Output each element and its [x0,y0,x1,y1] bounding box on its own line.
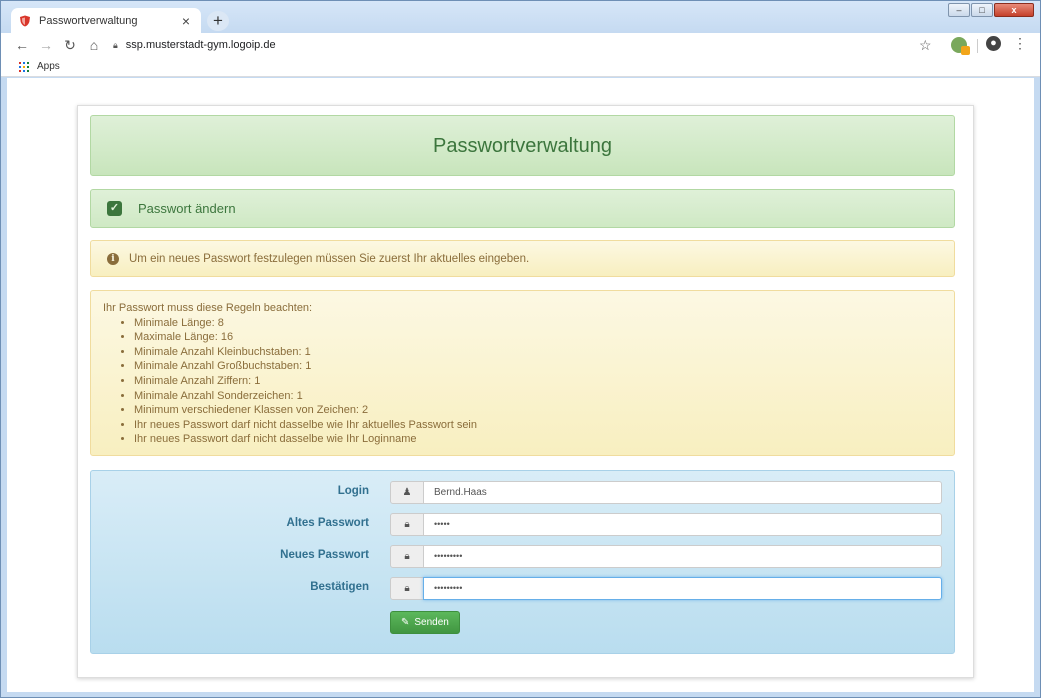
confirm-password-row: Bestätigen 🔒︎ ••••••••• [91,577,956,600]
new-tab-button[interactable]: + [207,11,229,31]
lock-icon: 🔒︎ [390,513,424,536]
bookmark-star-icon[interactable]: ☆ [919,37,932,54]
new-password-label: Neues Passwort [280,549,369,561]
confirm-password-input[interactable]: ••••••••• [423,577,942,600]
old-password-input[interactable]: ••••• [423,513,942,536]
page-viewport: Passwortverwaltung ✓ Passwort ändern i U… [7,78,1034,692]
toolbar-separator [977,39,978,53]
rule-item: Minimale Länge: 8 [134,316,942,331]
password-form: Login ♟ Bernd.Haas Altes Passwort 🔒︎ •••… [90,470,955,654]
apps-grid-icon[interactable] [19,61,29,72]
rules-list: Minimale Länge: 8 Maximale Länge: 16 Min… [134,316,942,447]
edit-icon: ✎ [401,617,410,628]
rule-item: Ihr neues Passwort darf nicht dasselbe w… [134,418,942,433]
info-circle-icon: i [107,252,119,265]
old-password-row: Altes Passwort 🔒︎ ••••• [91,513,956,536]
forward-arrow-icon[interactable]: → [35,37,57,53]
rule-item: Minimale Anzahl Großbuchstaben: 1 [134,359,942,374]
rule-item: Ihr neues Passwort darf nicht dasselbe w… [134,432,942,447]
confirm-password-label: Bestätigen [310,581,369,593]
rules-intro: Ihr Passwort muss diese Regeln beachten: [103,302,313,314]
shield-favicon-icon [20,15,30,26]
window-controls: – □ x [947,3,1034,17]
tab-close-icon[interactable]: × [179,14,193,28]
apps-bookmark[interactable]: Apps [37,61,60,72]
close-window-button[interactable]: x [994,3,1034,17]
minimize-button[interactable]: – [948,3,970,17]
login-row: Login ♟ Bernd.Haas [91,481,956,504]
home-icon[interactable]: ⌂ [83,37,105,53]
browser-window: Passwortverwaltung × + – □ x ← → ↻ ⌂ 🔒︎ … [0,0,1041,698]
rule-item: Maximale Länge: 16 [134,330,942,345]
tab-title: Passwortverwaltung [39,14,138,27]
change-password-header: ✓ Passwort ändern [90,189,955,228]
url-text: ssp.musterstadt-gym.logoip.de [125,39,276,51]
page-title: Passwortverwaltung [90,115,955,176]
rule-item: Minimale Anzahl Ziffern: 1 [134,374,942,389]
rule-item: Minimale Anzahl Kleinbuchstaben: 1 [134,345,942,360]
address-bar[interactable]: 🔒︎ ssp.musterstadt-gym.logoip.de [113,34,943,56]
bookmarks-bar: Apps [1,57,1040,77]
account-icon[interactable]: ● [986,36,1001,51]
rule-item: Minimum verschiedener Klassen von Zeiche… [134,403,942,418]
maximize-button[interactable]: □ [971,3,993,17]
new-password-input[interactable]: ••••••••• [423,545,942,568]
check-square-icon: ✓ [107,201,122,216]
login-input[interactable]: Bernd.Haas [423,481,942,504]
send-label: Senden [414,617,449,628]
info-text: Um ein neues Passwort festzulegen müssen… [129,252,530,265]
lock-icon: 🔒︎ [390,545,424,568]
rule-item: Minimale Anzahl Sonderzeichen: 1 [134,389,942,404]
user-icon: ♟ [390,481,424,504]
reload-icon[interactable]: ↻ [59,37,81,54]
password-card: Passwortverwaltung ✓ Passwort ändern i U… [77,105,974,678]
extension-icon[interactable] [951,37,970,55]
section-title: Passwort ändern [138,201,236,216]
old-password-label: Altes Passwort [286,517,369,529]
info-alert: i Um ein neues Passwort festzulegen müss… [90,240,955,277]
browser-toolbar: ← → ↻ ⌂ 🔒︎ ssp.musterstadt-gym.logoip.de… [1,33,1040,57]
lock-icon: 🔒︎ [390,577,424,600]
menu-dots-icon[interactable]: ⋮ [1013,35,1027,52]
login-label: Login [337,485,369,497]
lock-icon: 🔒︎ [113,39,118,50]
tab-strip: Passwortverwaltung × + – □ x [1,1,1040,33]
new-password-row: Neues Passwort 🔒︎ ••••••••• [91,545,956,568]
password-rules: Ihr Passwort muss diese Regeln beachten:… [90,290,955,456]
back-arrow-icon[interactable]: ← [11,37,33,53]
send-button[interactable]: ✎ Senden [390,611,460,634]
browser-tab[interactable]: Passwortverwaltung × [11,8,201,33]
